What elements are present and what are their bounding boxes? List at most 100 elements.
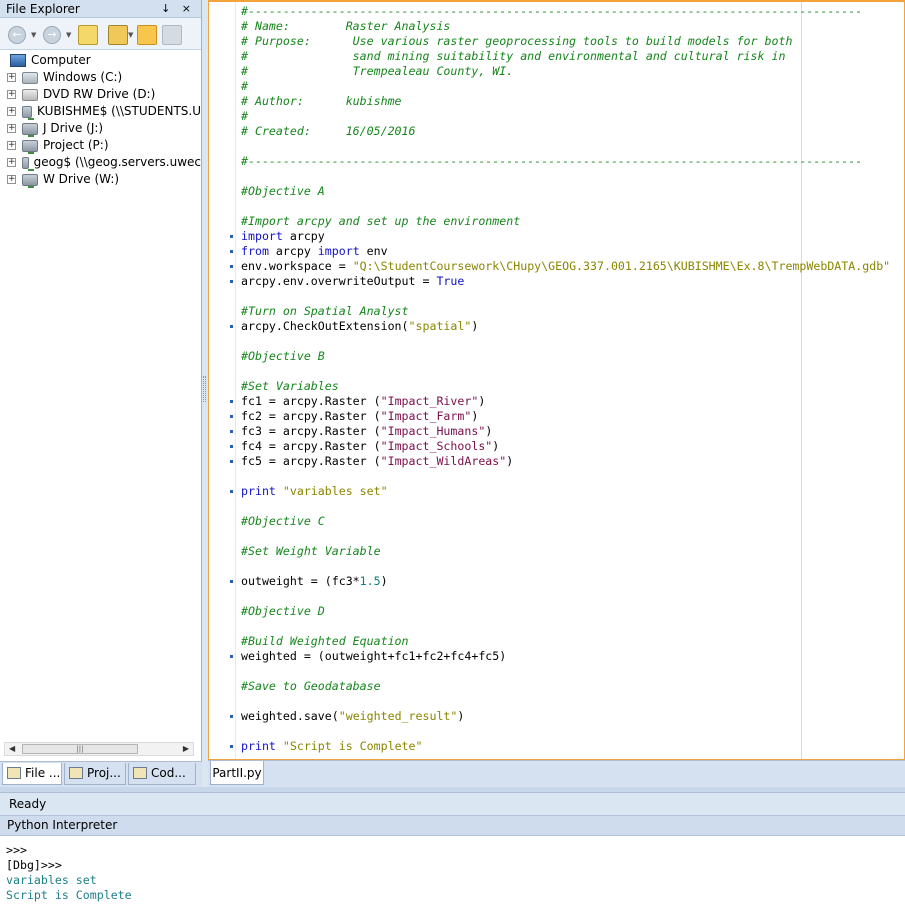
code-line[interactable]: fc1 = arcpy.Raster ("Impact_River") [230,394,890,409]
code-line[interactable]: fc3 = arcpy.Raster ("Impact_Humans") [230,424,890,439]
code-line[interactable]: print "Script is Complete" [230,739,890,754]
code-line[interactable] [241,334,890,349]
code-line[interactable]: #Objective D [241,604,890,619]
code-line[interactable] [241,169,890,184]
tab-code-explorer[interactable]: Cod... [128,763,196,785]
expand-icon[interactable]: + [7,141,16,150]
code-line[interactable]: #Turn on Spatial Analyst [241,304,890,319]
code-line[interactable] [241,289,890,304]
code-line[interactable] [241,469,890,484]
expand-icon[interactable]: + [7,107,16,116]
code-line[interactable]: fc2 = arcpy.Raster ("Impact_Farm") [230,409,890,424]
executable-line-marker[interactable] [230,490,233,493]
code-line[interactable] [241,589,890,604]
tab-project[interactable]: Proj... [64,763,126,785]
horizontal-scrollbar[interactable]: ◀ ||| ▶ [4,742,194,756]
scroll-right-icon[interactable]: ▶ [183,743,189,755]
code-line[interactable] [241,364,890,379]
back-dropdown-icon[interactable]: ▼ [31,31,36,39]
forward-dropdown-icon[interactable]: ▼ [66,31,71,39]
folder-up-icon[interactable] [78,25,98,45]
code-line[interactable]: fc5 = arcpy.Raster ("Impact_WildAreas") [230,454,890,469]
code-line[interactable]: weighted = (outweight+fc1+fc2+fc4+fc5) [230,649,890,664]
code-line[interactable]: #---------------------------------------… [241,4,890,19]
code-line[interactable] [241,724,890,739]
tab-file-explorer[interactable]: File ... [2,763,62,785]
scroll-left-icon[interactable]: ◀ [9,743,15,755]
executable-line-marker[interactable] [230,715,233,718]
tree-item-drive[interactable]: + W Drive (W:) [0,171,201,188]
expand-icon[interactable]: + [7,90,16,99]
code-line[interactable]: from arcpy import env [230,244,890,259]
code-editor[interactable]: #---------------------------------------… [208,0,905,760]
browse-folder-icon[interactable] [108,25,128,45]
code-line[interactable]: print "variables set" [230,484,890,499]
executable-line-marker[interactable] [230,460,233,463]
code-line[interactable]: # Purpose: Use various raster geoprocess… [241,34,890,49]
code-area[interactable]: #---------------------------------------… [230,4,890,754]
executable-line-marker[interactable] [230,655,233,658]
executable-line-marker[interactable] [230,400,233,403]
code-line[interactable]: #Save to Geodatabase [241,679,890,694]
code-line[interactable] [241,199,890,214]
tree-item-drive[interactable]: + DVD RW Drive (D:) [0,86,201,103]
code-line[interactable]: # [241,79,890,94]
tree-item-drive[interactable]: + Project (P:) [0,137,201,154]
code-line[interactable]: import arcpy [230,229,890,244]
filter-icon[interactable] [137,25,157,45]
browse-dropdown-icon[interactable]: ▼ [128,31,133,39]
code-line[interactable]: #Import arcpy and set up the environment [241,214,890,229]
code-line[interactable]: outweight = (fc3*1.5) [230,574,890,589]
executable-line-marker[interactable] [230,445,233,448]
code-line[interactable]: # [241,109,890,124]
executable-line-marker[interactable] [230,235,233,238]
code-line[interactable]: #Objective A [241,184,890,199]
pin-close-buttons[interactable]: ↓ × [161,0,195,18]
expand-icon[interactable]: + [7,158,16,167]
executable-line-marker[interactable] [230,325,233,328]
code-line[interactable]: #Objective C [241,514,890,529]
code-line[interactable]: #Set Weight Variable [241,544,890,559]
executable-line-marker[interactable] [230,415,233,418]
expand-icon[interactable]: + [7,124,16,133]
code-line[interactable]: weighted.save("weighted_result") [230,709,890,724]
network-icon[interactable] [162,25,182,45]
code-line[interactable]: #Set Variables [241,379,890,394]
code-line[interactable]: env.workspace = "Q:\StudentCoursework\CH… [230,259,890,274]
tree-item-drive[interactable]: + Windows (C:) [0,69,201,86]
executable-line-marker[interactable] [230,580,233,583]
tree-root-computer[interactable]: Computer [0,52,201,69]
code-line[interactable] [241,619,890,634]
code-line[interactable]: #Build Weighted Equation [241,634,890,649]
code-line[interactable] [241,664,890,679]
code-line[interactable]: fc4 = arcpy.Raster ("Impact_Schools") [230,439,890,454]
code-line[interactable]: arcpy.CheckOutExtension("spatial") [230,319,890,334]
code-line[interactable] [241,694,890,709]
executable-line-marker[interactable] [230,265,233,268]
tree-item-drive[interactable]: + J Drive (J:) [0,120,201,137]
back-icon[interactable]: ← [8,26,26,44]
code-line[interactable]: # Author: kubishme [241,94,890,109]
tree-item-drive[interactable]: + KUBISHME$ (\\STUDENTS.U [0,103,201,120]
tab-partii-py[interactable]: PartII.py [210,761,264,785]
splitter-grip[interactable] [203,376,206,402]
code-line[interactable]: # sand mining suitability and environmen… [241,49,890,64]
code-line[interactable]: # Trempealeau County, WI. [241,64,890,79]
code-line[interactable]: # Name: Raster Analysis [241,19,890,34]
code-line[interactable] [241,559,890,574]
scrollbar-thumb[interactable]: ||| [22,744,138,754]
code-line[interactable]: # Created: 16/05/2016 [241,124,890,139]
code-line[interactable] [241,139,890,154]
code-line[interactable]: #Objective B [241,349,890,364]
python-interpreter-console[interactable]: >>> [Dbg]>>> variables set Script is Comple… [0,836,905,907]
code-line[interactable]: arcpy.env.overwriteOutput = True [230,274,890,289]
executable-line-marker[interactable] [230,430,233,433]
executable-line-marker[interactable] [230,250,233,253]
expand-icon[interactable]: + [7,175,16,184]
tree-item-drive[interactable]: + geog$ (\\geog.servers.uwec [0,154,201,171]
executable-line-marker[interactable] [230,280,233,283]
code-line[interactable] [241,529,890,544]
forward-icon[interactable]: → [43,26,61,44]
executable-line-marker[interactable] [230,745,233,748]
code-line[interactable] [241,499,890,514]
